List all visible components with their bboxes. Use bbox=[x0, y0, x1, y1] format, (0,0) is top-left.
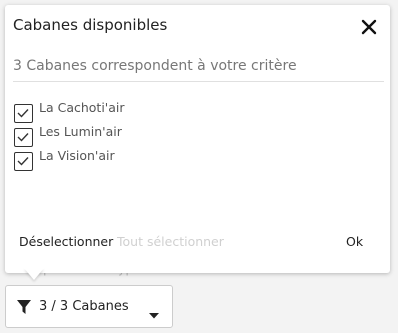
option-label: Les Lumin'air bbox=[39, 124, 122, 139]
check-icon bbox=[17, 109, 29, 118]
filter-icon bbox=[16, 299, 32, 319]
cabins-popover: Cabanes disponibles 3 Cabanes correspond… bbox=[5, 5, 390, 273]
deselect-button[interactable]: Déselectionner bbox=[19, 234, 113, 249]
check-icon bbox=[17, 157, 29, 166]
checkbox[interactable] bbox=[14, 104, 33, 123]
divider bbox=[13, 81, 384, 82]
caret-down-icon bbox=[149, 304, 159, 323]
check-icon bbox=[17, 133, 29, 142]
checkbox[interactable] bbox=[14, 152, 33, 171]
option-label: La Cachoti'air bbox=[39, 100, 125, 115]
popover-caret bbox=[24, 268, 44, 280]
checkbox[interactable] bbox=[14, 128, 33, 147]
filter-label: 3 / 3 Cabanes bbox=[39, 299, 129, 314]
results-count: 3 Cabanes correspondent à votre critère bbox=[13, 58, 297, 74]
option-label: La Vision'air bbox=[39, 148, 115, 163]
close-icon[interactable] bbox=[360, 18, 378, 36]
cabins-filter-button[interactable]: 3 / 3 Cabanes bbox=[5, 285, 173, 328]
ok-button[interactable]: Ok bbox=[346, 234, 363, 249]
popover-title: Cabanes disponibles bbox=[13, 16, 168, 34]
select-all-button[interactable]: Tout sélectionner bbox=[117, 234, 224, 249]
